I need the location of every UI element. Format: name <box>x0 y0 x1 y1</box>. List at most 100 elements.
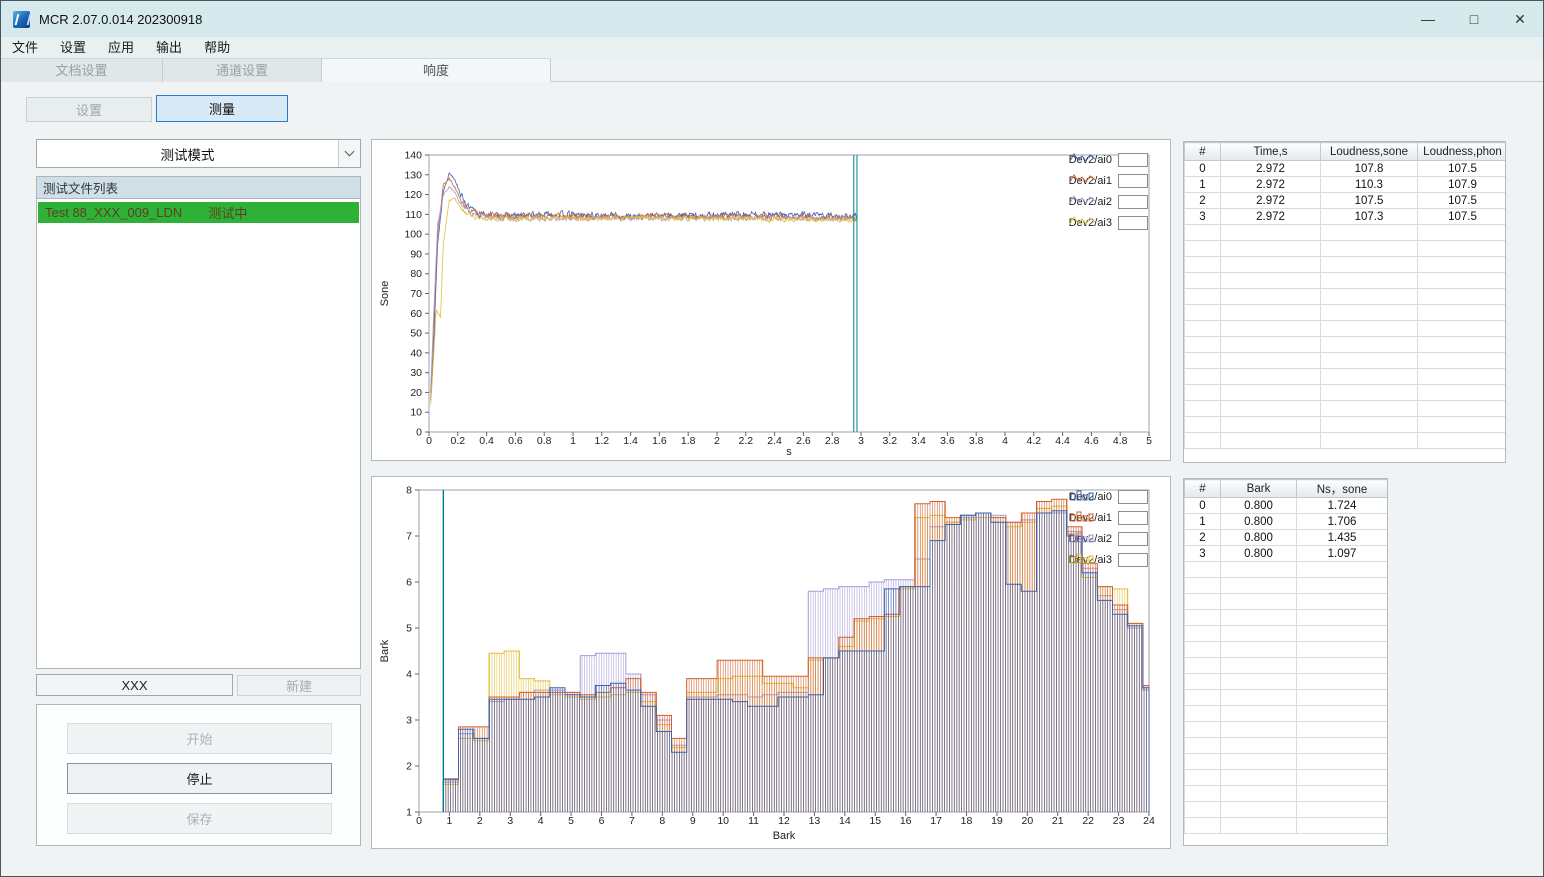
table-row[interactable]: 2 2.972 107.5 107.5 <box>1184 192 1505 209</box>
table-row-empty <box>1184 272 1505 289</box>
table-cell: 2.972 <box>1220 192 1321 209</box>
svg-text:8: 8 <box>406 485 412 497</box>
svg-text:50: 50 <box>410 328 422 340</box>
x-axis-label: Bark <box>773 830 796 842</box>
svg-text:40: 40 <box>410 347 422 359</box>
menubar: 文件 设置 应用 输出 帮助 <box>1 37 1543 58</box>
svg-text:4: 4 <box>406 669 412 681</box>
window-title: MCR 2.07.0.014 202300918 <box>39 11 203 27</box>
line-sample-icon <box>1069 174 1148 188</box>
loudness-results-table: # Time,s Loudness,sone Loudness,phon 0 2.972 1… <box>1184 142 1505 449</box>
table-row-empty <box>1184 224 1505 241</box>
svg-text:2: 2 <box>406 761 412 773</box>
column-header[interactable]: Time,s <box>1220 142 1321 161</box>
maximize-icon[interactable]: □ <box>1451 1 1497 37</box>
table-cell: 2 <box>1184 529 1221 546</box>
titlebar: MCR 2.07.0.014 202300918 — □ ✕ <box>1 1 1543 37</box>
tab-channel-settings[interactable]: 通道设置 <box>163 58 322 82</box>
legend-item: Dev2/ai1 <box>1069 510 1148 526</box>
svg-text:2.6: 2.6 <box>796 435 811 447</box>
table-cell: 110.3 <box>1320 176 1418 193</box>
table-row[interactable]: 2 0.800 1.435 <box>1184 529 1387 546</box>
column-header[interactable]: # <box>1184 479 1221 498</box>
column-header[interactable]: Bark <box>1220 479 1297 498</box>
table-row-empty <box>1184 737 1387 754</box>
file-status-badge: 测试中 <box>208 206 248 221</box>
svg-text:1.6: 1.6 <box>652 435 667 447</box>
menu-item-file[interactable]: 文件 <box>1 37 49 58</box>
file-list-item[interactable]: Test 88_XXX_009_LDN 测试中 <box>38 202 359 223</box>
minimize-icon[interactable]: — <box>1405 1 1451 37</box>
table-row-empty <box>1184 304 1505 321</box>
svg-text:18: 18 <box>961 815 973 827</box>
svg-text:15: 15 <box>869 815 881 827</box>
table-row-empty <box>1184 384 1505 401</box>
svg-text:0.4: 0.4 <box>479 435 494 447</box>
stop-button[interactable]: 停止 <box>67 763 332 794</box>
svg-text:9: 9 <box>690 815 696 827</box>
menu-item-settings[interactable]: 设置 <box>49 37 97 58</box>
menu-item-help[interactable]: 帮助 <box>193 37 241 58</box>
svg-text:3.2: 3.2 <box>882 435 897 447</box>
tab-loudness[interactable]: 响度 <box>322 58 551 82</box>
table-cell: 2 <box>1184 192 1221 209</box>
table-cell: 0 <box>1184 497 1221 514</box>
chevron-down-icon[interactable] <box>338 140 360 167</box>
svg-text:70: 70 <box>410 288 422 300</box>
table-cell: 1.724 <box>1296 497 1387 514</box>
table-row-empty <box>1184 336 1505 353</box>
column-header[interactable]: Loudness,sone <box>1320 142 1418 161</box>
line-sample-icon <box>1069 216 1148 230</box>
test-mode-select[interactable]: 测试模式 <box>36 139 361 168</box>
column-header[interactable]: Loudness,phon <box>1417 142 1505 161</box>
close-icon[interactable]: ✕ <box>1497 1 1543 37</box>
table-row-empty <box>1184 673 1387 690</box>
column-header[interactable]: # <box>1184 142 1221 161</box>
table-row[interactable]: 1 0.800 1.706 <box>1184 513 1387 530</box>
column-header[interactable]: Ns，sone <box>1296 479 1387 498</box>
svg-text:1: 1 <box>406 807 412 819</box>
table-row-empty <box>1184 352 1505 369</box>
table-row-empty <box>1184 561 1387 578</box>
bark-results-table: # Bark Ns，sone 0 0.800 1.724 1 0.800 1.706 2 0.800… <box>1184 479 1387 834</box>
table-row[interactable]: 0 0.800 1.724 <box>1184 497 1387 514</box>
svg-text:110: 110 <box>405 209 422 221</box>
menu-item-apply[interactable]: 应用 <box>97 37 145 58</box>
subtab-measure[interactable]: 测量 <box>156 95 288 122</box>
xxx-button[interactable]: XXX <box>36 674 233 696</box>
svg-text:0.8: 0.8 <box>537 435 552 447</box>
specific-loudness-chart: 0 1 2 3 4 5 6 7 8 9 10 11 12 13 14 15 16 17 18 19 20 21 22 23 24… <box>379 485 1155 843</box>
menu-item-output[interactable]: 输出 <box>145 37 193 58</box>
bark-results-table-panel: # Bark Ns，sone 0 0.800 1.724 1 0.800 1.706 2 0.800… <box>1183 478 1388 846</box>
legend-item: Dev2/ai0 <box>1069 152 1148 168</box>
table-row[interactable]: 3 2.972 107.3 107.5 <box>1184 208 1505 225</box>
svg-text:5: 5 <box>406 623 412 635</box>
loudness-time-chart-panel: 0 0.2 0.4 0.6 0.8 1 1.2 1.4 1.6 1.8 2 2.2 2.4 2.6 2.8 3… <box>371 139 1171 461</box>
table-row[interactable]: 0 2.972 107.8 107.5 <box>1184 160 1505 177</box>
table-cell: 2.972 <box>1220 176 1321 193</box>
table-row-empty <box>1184 801 1387 818</box>
table-cell: 3 <box>1184 208 1221 225</box>
table-row-empty <box>1184 721 1387 738</box>
table-cell: 107.5 <box>1417 160 1505 177</box>
svg-text:5: 5 <box>568 815 574 827</box>
svg-text:20: 20 <box>410 387 422 399</box>
file-name: Test 88_XXX_009_LDN <box>45 205 183 220</box>
table-cell: 107.5 <box>1320 192 1418 209</box>
loudness-results-table-panel: # Time,s Loudness,sone Loudness,phon 0 2.972 1… <box>1183 141 1506 463</box>
svg-text:14: 14 <box>839 815 851 827</box>
table-row-empty <box>1184 320 1505 337</box>
x-axis-label: s <box>786 446 792 458</box>
table-row[interactable]: 3 0.800 1.097 <box>1184 545 1387 562</box>
table-row-empty <box>1184 769 1387 786</box>
subtab-settings[interactable]: 设置 <box>26 97 152 122</box>
table-row-empty <box>1184 400 1505 417</box>
tab-document-settings[interactable]: 文档设置 <box>1 58 163 82</box>
table-row-empty <box>1184 577 1387 594</box>
svg-text:0: 0 <box>426 435 432 447</box>
table-row-empty <box>1184 593 1387 610</box>
svg-text:10: 10 <box>717 815 729 827</box>
save-button: 保存 <box>67 803 332 834</box>
table-row[interactable]: 1 2.972 110.3 107.9 <box>1184 176 1505 193</box>
svg-text:80: 80 <box>410 268 422 280</box>
